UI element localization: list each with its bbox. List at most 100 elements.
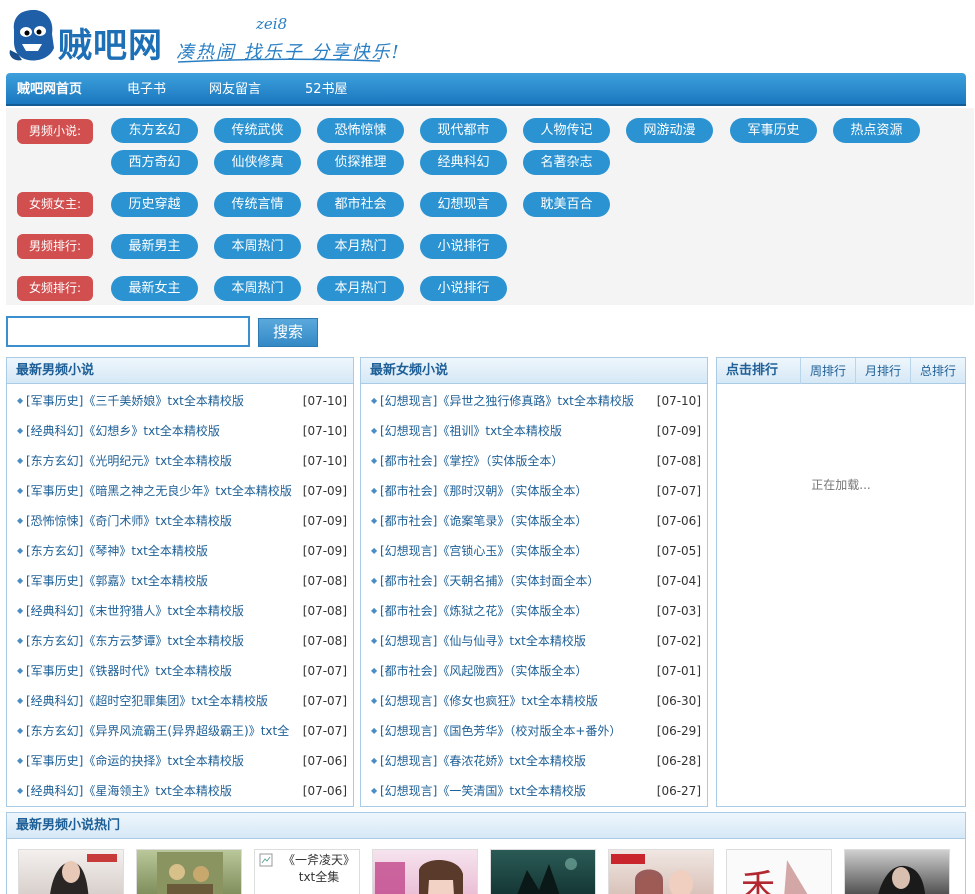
category-pill[interactable]: 人物传记 [523, 118, 610, 143]
list-item-title[interactable]: [幻想现言]《修女也疯狂》txt全本精校版 [380, 686, 648, 716]
list-item-title[interactable]: [幻想现言]《异世之独行修真路》txt全本精校版 [380, 386, 648, 416]
list-item[interactable]: ◆ [东方玄幻]《光明纪元》txt全本精校版 [07-10] [7, 446, 353, 476]
list-item-title[interactable]: [经典科幻]《超时空犯罪集团》txt全本精校版 [26, 686, 294, 716]
list-item-title[interactable]: [幻想现言]《仙与仙寻》txt全本精校版 [380, 626, 648, 656]
list-item[interactable]: ◆ [恐怖惊悚]《奇门术师》txt全本精校版 [07-09] [7, 506, 353, 536]
rank-pill[interactable]: 最新男主 [111, 234, 198, 259]
site-logo-text[interactable]: 贼吧网 [58, 18, 163, 67]
list-item[interactable]: ◆ [都市社会]《天朝名捕》（实体封面全本） [07-04] [361, 566, 707, 596]
list-item-title[interactable]: [经典科幻]《末世狩猎人》txt全本精校版 [26, 596, 294, 626]
list-item-title[interactable]: [恐怖惊悚]《奇门术师》txt全本精校版 [26, 506, 294, 536]
tab-weekly-rank[interactable]: 周排行 [800, 358, 855, 384]
list-item[interactable]: ◆ [都市社会]《那时汉朝》（实体版全本） [07-07] [361, 476, 707, 506]
category-pill[interactable]: 军事历史 [730, 118, 817, 143]
list-item-title[interactable]: [幻想现言]《春浓花娇》txt全本精校版 [380, 746, 648, 776]
rank-pill[interactable]: 最新女主 [111, 276, 198, 301]
list-item-title[interactable]: [都市社会]《炼狱之花》（实体版全本） [380, 596, 648, 626]
book-cover[interactable] [490, 849, 596, 894]
list-item[interactable]: ◆ [都市社会]《炼狱之花》（实体版全本） [07-03] [361, 596, 707, 626]
rank-pill[interactable]: 本周热门 [214, 234, 301, 259]
book-cover[interactable] [372, 849, 478, 894]
rank-pill[interactable]: 小说排行 [420, 234, 507, 259]
rank-pill[interactable]: 本周热门 [214, 276, 301, 301]
list-item-title[interactable]: [都市社会]《诡案笔录》（实体版全本） [380, 506, 648, 536]
list-item[interactable]: ◆ [幻想现言]《一笑清国》txt全本精校版 [06-27] [361, 776, 707, 806]
category-pill[interactable]: 耽美百合 [523, 192, 610, 217]
category-pill[interactable]: 东方玄幻 [111, 118, 198, 143]
nav-guestbook[interactable]: 网友留言 [209, 73, 261, 106]
category-pill[interactable]: 西方奇幻 [111, 150, 198, 175]
list-item[interactable]: ◆ [幻想现言]《春浓花娇》txt全本精校版 [06-28] [361, 746, 707, 776]
list-item-title[interactable]: [东方玄幻]《东方云梦谭》txt全本精校版 [26, 626, 294, 656]
list-item-title[interactable]: [东方玄幻]《异界风流霸王(异界超级霸王)》txt全 [26, 716, 294, 746]
list-item-title[interactable]: [都市社会]《那时汉朝》（实体版全本） [380, 476, 648, 506]
nav-ebooks[interactable]: 电子书 [127, 73, 166, 106]
list-item-title[interactable]: [军事历史]《铁器时代》txt全本精校版 [26, 656, 294, 686]
category-pill[interactable]: 网游动漫 [626, 118, 713, 143]
list-item[interactable]: ◆ [幻想现言]《国色芳华》（校对版全本+番外） [06-29] [361, 716, 707, 746]
list-item-title[interactable]: [经典科幻]《星海领主》txt全本精校版 [26, 776, 294, 806]
list-item[interactable]: ◆ [军事历史]《铁器时代》txt全本精校版 [07-07] [7, 656, 353, 686]
book-cover[interactable] [136, 849, 242, 894]
book-cover[interactable] [844, 849, 950, 894]
book-cover[interactable]: 禾 [726, 849, 832, 894]
list-item[interactable]: ◆ [都市社会]《诡案笔录》（实体版全本） [07-06] [361, 506, 707, 536]
list-item-title[interactable]: [幻想现言]《国色芳华》（校对版全本+番外） [380, 716, 648, 746]
list-item-title[interactable]: [幻想现言]《宫锁心玉》（实体版全本） [380, 536, 648, 566]
list-item[interactable]: ◆ [东方玄幻]《琴神》txt全本精校版 [07-09] [7, 536, 353, 566]
rank-pill[interactable]: 小说排行 [420, 276, 507, 301]
tab-total-rank[interactable]: 总排行 [910, 358, 965, 384]
category-pill[interactable]: 幻想现言 [420, 192, 507, 217]
list-item[interactable]: ◆ [军事历史]《命运的抉择》txt全本精校版 [07-06] [7, 746, 353, 776]
book-cover[interactable] [18, 849, 124, 894]
list-item-title[interactable]: [幻想现言]《祖训》txt全本精校版 [380, 416, 648, 446]
list-item-title[interactable]: [军事历史]《三千美娇娘》txt全本精校版 [26, 386, 294, 416]
category-pill[interactable]: 历史穿越 [111, 192, 198, 217]
list-item[interactable]: ◆ [军事历史]《三千美娇娘》txt全本精校版 [07-10] [7, 386, 353, 416]
list-item[interactable]: ◆ [东方玄幻]《东方云梦谭》txt全本精校版 [07-08] [7, 626, 353, 656]
list-item-title[interactable]: [经典科幻]《幻想乡》txt全本精校版 [26, 416, 294, 446]
rank-pill[interactable]: 本月热门 [317, 276, 404, 301]
list-item-title[interactable]: [军事历史]《暗黑之神之无良少年》txt全本精校版 [26, 476, 294, 506]
list-item-title[interactable]: [东方玄幻]《琴神》txt全本精校版 [26, 536, 294, 566]
list-item-title[interactable]: [军事历史]《命运的抉择》txt全本精校版 [26, 746, 294, 776]
list-item-title[interactable]: [都市社会]《天朝名捕》（实体封面全本） [380, 566, 648, 596]
category-pill[interactable]: 传统言情 [214, 192, 301, 217]
rank-pill[interactable]: 本月热门 [317, 234, 404, 259]
list-item[interactable]: ◆ [幻想现言]《宫锁心玉》（实体版全本） [07-05] [361, 536, 707, 566]
category-pill[interactable]: 名著杂志 [523, 150, 610, 175]
book-cover-broken[interactable]: 《一斧凌天》txt全集 [254, 849, 360, 894]
list-item[interactable]: ◆ [都市社会]《风起陇西》（实体版全本） [07-01] [361, 656, 707, 686]
mascot-logo-icon[interactable] [8, 4, 56, 64]
list-item[interactable]: ◆ [幻想现言]《祖训》txt全本精校版 [07-09] [361, 416, 707, 446]
list-item[interactable]: ◆ [东方玄幻]《异界风流霸王(异界超级霸王)》txt全 [07-07] [7, 716, 353, 746]
list-item-title[interactable]: [军事历史]《郭嘉》txt全本精校版 [26, 566, 294, 596]
category-pill[interactable]: 恐怖惊悚 [317, 118, 404, 143]
list-item[interactable]: ◆ [经典科幻]《星海领主》txt全本精校版 [07-06] [7, 776, 353, 806]
category-pill[interactable]: 仙侠修真 [214, 150, 301, 175]
category-pill[interactable]: 都市社会 [317, 192, 404, 217]
nav-52-bookhouse[interactable]: 52书屋 [305, 73, 348, 106]
search-button[interactable]: 搜索 [258, 318, 318, 347]
list-item[interactable]: ◆ [经典科幻]《幻想乡》txt全本精校版 [07-10] [7, 416, 353, 446]
nav-home[interactable]: 贼吧网首页 [17, 73, 82, 106]
list-item[interactable]: ◆ [幻想现言]《修女也疯狂》txt全本精校版 [06-30] [361, 686, 707, 716]
list-item[interactable]: ◆ [经典科幻]《超时空犯罪集团》txt全本精校版 [07-07] [7, 686, 353, 716]
list-item[interactable]: ◆ [经典科幻]《末世狩猎人》txt全本精校版 [07-08] [7, 596, 353, 626]
category-pill[interactable]: 侦探推理 [317, 150, 404, 175]
list-item-title[interactable]: [东方玄幻]《光明纪元》txt全本精校版 [26, 446, 294, 476]
category-pill[interactable]: 传统武侠 [214, 118, 301, 143]
category-pill[interactable]: 经典科幻 [420, 150, 507, 175]
book-cover[interactable] [608, 849, 714, 894]
category-pill[interactable]: 现代都市 [420, 118, 507, 143]
list-item[interactable]: ◆ [都市社会]《掌控》（实体版全本） [07-08] [361, 446, 707, 476]
list-item[interactable]: ◆ [军事历史]《暗黑之神之无良少年》txt全本精校版 [07-09] [7, 476, 353, 506]
list-item-title[interactable]: [都市社会]《风起陇西》（实体版全本） [380, 656, 648, 686]
tab-monthly-rank[interactable]: 月排行 [855, 358, 910, 384]
search-input[interactable] [6, 316, 250, 347]
list-item-title[interactable]: [幻想现言]《一笑清国》txt全本精校版 [380, 776, 648, 806]
category-pill[interactable]: 热点资源 [833, 118, 920, 143]
list-item-title[interactable]: [都市社会]《掌控》（实体版全本） [380, 446, 648, 476]
list-item[interactable]: ◆ [幻想现言]《仙与仙寻》txt全本精校版 [07-02] [361, 626, 707, 656]
list-item[interactable]: ◆ [幻想现言]《异世之独行修真路》txt全本精校版 [07-10] [361, 386, 707, 416]
